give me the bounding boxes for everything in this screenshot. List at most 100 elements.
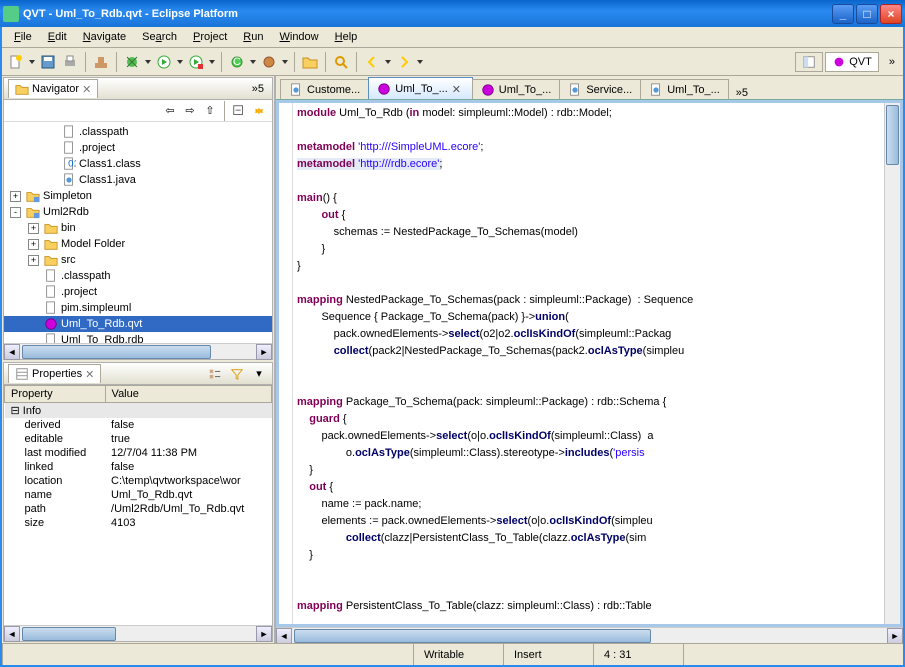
tree-node[interactable]: .project	[4, 140, 272, 156]
nav-up-icon[interactable]: ⇧	[201, 102, 219, 120]
navigator-overflow[interactable]: »5	[248, 83, 268, 95]
code-area[interactable]: module Uml_To_Rdb (in model: simpleuml::…	[293, 103, 884, 624]
new-package-dropdown[interactable]	[281, 52, 289, 72]
property-row[interactable]: path/Uml2Rdb/Uml_To_Rdb.qvt	[5, 502, 272, 516]
prop-name: name	[5, 488, 106, 502]
tree-twisty[interactable]: +	[28, 255, 39, 266]
tree-label: src	[61, 254, 76, 266]
editor-vscroll[interactable]	[884, 103, 900, 624]
editor-tab[interactable]: Uml_To_...	[640, 79, 729, 99]
folder-icon	[44, 253, 58, 267]
prop-menu-icon[interactable]: ▾	[250, 365, 268, 383]
maximize-button[interactable]: □	[856, 4, 878, 24]
properties-tab[interactable]: Properties ✕	[8, 364, 101, 383]
close-button[interactable]: ×	[880, 4, 902, 24]
navigator-tab[interactable]: Navigator ✕	[8, 79, 98, 98]
tree-node[interactable]: + Simpleton	[4, 188, 272, 204]
run-dropdown[interactable]	[176, 52, 184, 72]
link-editor-icon[interactable]	[250, 102, 268, 120]
run-ext-dropdown[interactable]	[208, 52, 216, 72]
menu-search[interactable]: Search	[134, 29, 185, 45]
property-row[interactable]: size4103	[5, 516, 272, 530]
file-icon	[44, 285, 58, 299]
menu-run[interactable]: Run	[235, 29, 271, 45]
tree-twisty[interactable]: +	[28, 239, 39, 250]
new-class-dropdown[interactable]	[249, 52, 257, 72]
menu-file[interactable]: File	[6, 29, 40, 45]
editor-tabs-overflow[interactable]: »5	[732, 87, 752, 99]
property-row[interactable]: nameUml_To_Rdb.qvt	[5, 488, 272, 502]
tree-node[interactable]: 01Class1.class	[4, 156, 272, 172]
property-row[interactable]: last modified12/7/04 11:38 PM	[5, 446, 272, 460]
prop-categories-icon[interactable]	[206, 365, 224, 383]
menu-edit[interactable]: Edit	[40, 29, 75, 45]
back-button[interactable]	[362, 52, 382, 72]
new-class-button[interactable]: C	[227, 52, 247, 72]
tree-node[interactable]: .classpath	[4, 268, 272, 284]
editor-hscroll[interactable]: ◄►	[276, 627, 903, 643]
search-button[interactable]	[331, 52, 351, 72]
run-button[interactable]	[154, 52, 174, 72]
tree-label: Simpleton	[43, 190, 92, 202]
forward-dropdown[interactable]	[416, 52, 424, 72]
forward-button[interactable]	[394, 52, 414, 72]
prop-col-value[interactable]: Value	[105, 386, 271, 403]
collapse-all-icon[interactable]	[230, 102, 248, 120]
run-ext-button[interactable]	[186, 52, 206, 72]
tree-node[interactable]: .classpath	[4, 124, 272, 140]
editor-tab[interactable]: Service...	[559, 79, 641, 99]
prop-col-property[interactable]: Property	[5, 386, 106, 403]
tree-twisty[interactable]: -	[10, 207, 21, 218]
tree-node[interactable]: Uml_To_Rdb.rdb	[4, 332, 272, 343]
perspective-qvt[interactable]: QVT	[825, 52, 879, 72]
menu-bar: File Edit Navigate Search Project Run Wi…	[2, 27, 903, 48]
build-button[interactable]	[91, 52, 111, 72]
tree-node[interactable]: .project	[4, 284, 272, 300]
tree-twisty	[46, 143, 57, 154]
editor-tab[interactable]: Uml_To_...✕	[368, 77, 473, 99]
debug-button[interactable]	[122, 52, 142, 72]
save-button[interactable]	[38, 52, 58, 72]
nav-back-icon[interactable]: ⇦	[161, 102, 179, 120]
property-row[interactable]: derivedfalse	[5, 418, 272, 432]
tree-node[interactable]: +Model Folder	[4, 236, 272, 252]
navigator-hscroll[interactable]: ◄►	[4, 343, 272, 359]
toolbar-overflow[interactable]: »	[885, 56, 899, 68]
java-icon	[568, 83, 582, 97]
prop-filter-icon[interactable]	[228, 365, 246, 383]
property-row[interactable]: editabletrue	[5, 432, 272, 446]
nav-forward-icon[interactable]: ⇨	[181, 102, 199, 120]
editor-tab[interactable]: Custome...	[280, 79, 369, 99]
navigator-tab-close-icon[interactable]: ✕	[82, 83, 91, 96]
tree-node[interactable]: Class1.java	[4, 172, 272, 188]
tree-node[interactable]: -Uml2Rdb	[4, 204, 272, 220]
property-row[interactable]: locationC:\temp\qvtworkspace\wor	[5, 474, 272, 488]
tree-node[interactable]: +bin	[4, 220, 272, 236]
debug-dropdown[interactable]	[144, 52, 152, 72]
new-button[interactable]	[6, 52, 26, 72]
menu-help[interactable]: Help	[327, 29, 366, 45]
menu-project[interactable]: Project	[185, 29, 235, 45]
print-button[interactable]	[60, 52, 80, 72]
editor-tab[interactable]: Uml_To_...	[472, 79, 561, 99]
menu-window[interactable]: Window	[271, 29, 326, 45]
tree-node[interactable]: pim.simpleuml	[4, 300, 272, 316]
new-package-button[interactable]	[259, 52, 279, 72]
properties-hscroll[interactable]: ◄►	[4, 625, 272, 641]
property-row[interactable]: linkedfalse	[5, 460, 272, 474]
properties-tab-close-icon[interactable]: ✕	[85, 368, 94, 381]
tree-node[interactable]: Uml_To_Rdb.qvt	[4, 316, 272, 332]
back-dropdown[interactable]	[384, 52, 392, 72]
menu-navigate[interactable]: Navigate	[75, 29, 134, 45]
tab-close-icon[interactable]: ✕	[452, 83, 464, 95]
prop-info-row[interactable]: ⊟ Info	[5, 403, 272, 419]
tree-twisty[interactable]: +	[10, 191, 21, 202]
tree-twisty[interactable]: +	[28, 223, 39, 234]
open-perspective-button[interactable]	[795, 52, 823, 72]
prop-name: path	[5, 502, 106, 516]
tree-node[interactable]: + src	[4, 252, 272, 268]
minimize-button[interactable]: _	[832, 4, 854, 24]
open-type-button[interactable]	[300, 52, 320, 72]
status-bar: Writable Insert 4 : 31	[2, 643, 903, 665]
new-dropdown[interactable]	[28, 52, 36, 72]
